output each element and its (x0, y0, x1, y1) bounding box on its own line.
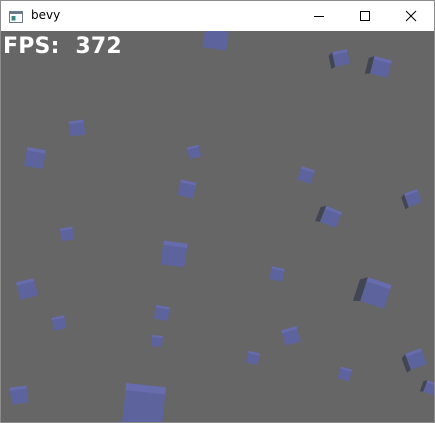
cube-scene (9, 31, 434, 422)
cube (150, 334, 164, 348)
cube (160, 240, 188, 268)
cube (337, 366, 353, 382)
cube (153, 304, 171, 322)
title-bar[interactable]: bevy (1, 1, 434, 31)
minimize-icon (314, 16, 324, 17)
game-viewport[interactable]: FPS: 372 (1, 31, 434, 422)
cube (364, 56, 392, 78)
cube (419, 380, 434, 396)
cube (16, 278, 38, 300)
close-icon (405, 10, 417, 22)
cube (51, 315, 67, 331)
cube (245, 350, 261, 366)
cube (122, 383, 166, 422)
cube (9, 385, 29, 405)
cube (59, 226, 75, 242)
maximize-icon (360, 11, 370, 21)
window-title: bevy (31, 8, 61, 22)
fps-counter: FPS: 372 (3, 34, 122, 59)
cube (23, 146, 47, 170)
fps-value: 372 (75, 34, 122, 59)
cube (401, 189, 422, 210)
cube (269, 266, 285, 282)
minimize-button[interactable] (296, 1, 342, 31)
cube (315, 205, 343, 229)
cube (352, 277, 392, 309)
cube (328, 49, 350, 69)
app-window: bevy FPS: 372 (0, 0, 435, 423)
cube (186, 144, 202, 160)
cube (68, 119, 86, 137)
fps-label: FPS: (3, 34, 60, 59)
close-button[interactable] (388, 1, 434, 31)
app-icon (9, 9, 23, 23)
cube (297, 166, 315, 184)
cube (202, 31, 230, 51)
cube (401, 348, 427, 373)
maximize-button[interactable] (342, 1, 388, 31)
cube (281, 326, 301, 346)
cube (177, 179, 197, 199)
